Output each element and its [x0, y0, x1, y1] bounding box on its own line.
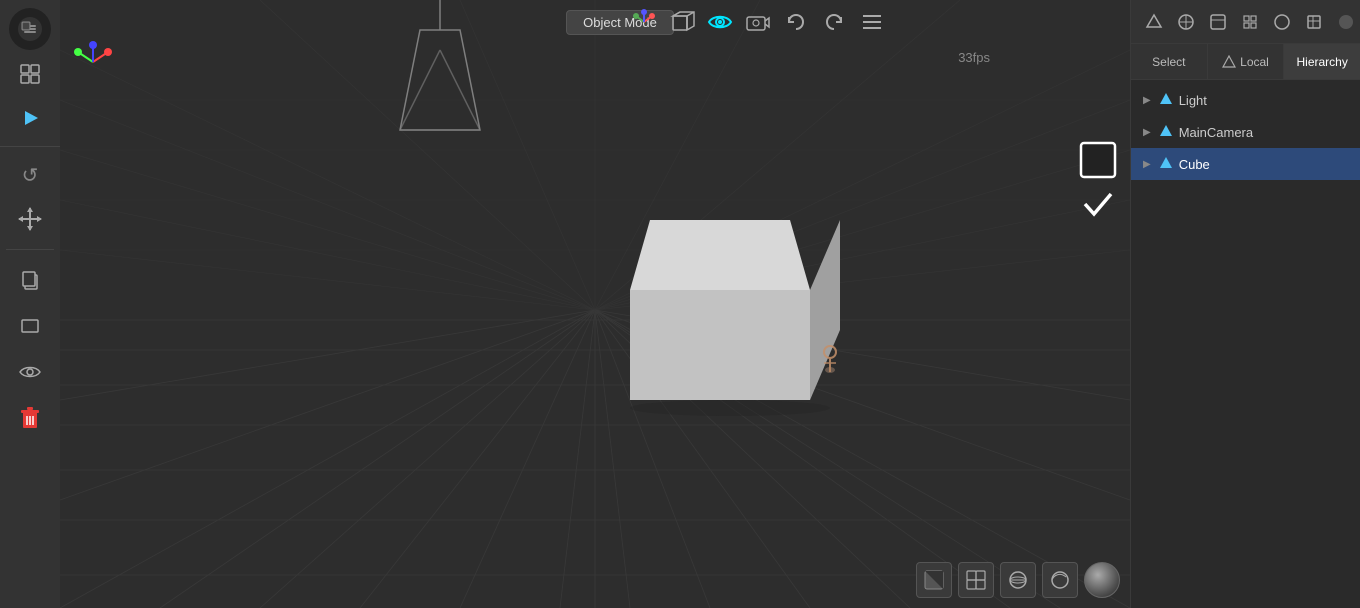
viewport[interactable]: Object Mode [60, 0, 1130, 608]
hierarchy-tab-label: Hierarchy [1297, 55, 1348, 69]
panel-top-icons [1139, 7, 1360, 37]
shading-material-btn[interactable] [1000, 562, 1036, 598]
rect-icon[interactable] [10, 306, 50, 346]
viewport-topbar: Object Mode [60, 0, 1130, 44]
cube-label: Cube [1179, 157, 1210, 172]
cube-arrow: ▶ [1143, 159, 1151, 170]
local-icon [1222, 55, 1236, 69]
left-toolbar: ↺ [0, 0, 60, 608]
camera-type-icon [1159, 124, 1173, 141]
light-label: Light [1179, 93, 1207, 108]
shading-wire-btn[interactable] [958, 562, 994, 598]
fps-counter: 33fps [958, 50, 990, 65]
eye-icon[interactable] [10, 352, 50, 392]
layout-icon[interactable] [10, 54, 50, 94]
scene-canvas [60, 0, 1130, 608]
panel-icon-5[interactable] [1267, 7, 1297, 37]
trash-icon[interactable] [10, 398, 50, 438]
refresh-icon[interactable]: ↺ [12, 157, 48, 193]
select-box-icon[interactable] [1078, 140, 1118, 180]
axis-nav-icon[interactable] [626, 4, 662, 40]
menu-icon[interactable] [854, 4, 890, 40]
hierarchy-item-light[interactable]: ▶ Light [1131, 84, 1360, 116]
panel-icon-2[interactable] [1171, 7, 1201, 37]
shading-solid-btn[interactable] [916, 562, 952, 598]
right-panel-header: Select Local Hierarchy [1131, 44, 1360, 80]
panel-icon-1[interactable] [1139, 7, 1169, 37]
hierarchy-item-maincamera[interactable]: ▶ MainCamera [1131, 116, 1360, 148]
local-tab[interactable]: Local [1208, 44, 1285, 79]
play-icon[interactable] [10, 98, 50, 138]
right-panel: Select Local Hierarchy ▶ [1130, 0, 1360, 608]
separator-1 [6, 249, 54, 250]
render-eye-icon[interactable] [702, 4, 738, 40]
select-tab-label: Select [1152, 55, 1185, 69]
panel-icon-4[interactable] [1235, 7, 1265, 37]
move-transform-icon[interactable] [10, 199, 50, 239]
redo-icon[interactable] [816, 4, 852, 40]
checkmark-icon[interactable] [1078, 184, 1118, 224]
camera-arrow: ▶ [1143, 127, 1151, 138]
panel-icon-6[interactable] [1299, 7, 1329, 37]
toolbar-top-group [0, 8, 60, 147]
hierarchy-tab[interactable]: Hierarchy [1284, 44, 1360, 79]
light-arrow: ▶ [1143, 95, 1151, 106]
top-left-icons [68, 0, 118, 47]
cube-type-icon [1159, 156, 1173, 173]
undo-icon[interactable] [778, 4, 814, 40]
shading-rendered-btn[interactable] [1042, 562, 1078, 598]
right-panel-topbar [1131, 0, 1360, 44]
light-type-icon [1159, 92, 1173, 109]
hierarchy-item-cube[interactable]: ▶ Cube [1131, 148, 1360, 180]
app-container: ↺ [0, 0, 1360, 608]
viewport-nav-icons [626, 4, 890, 40]
viewport-bottom-icons [916, 562, 1120, 598]
maincamera-label: MainCamera [1179, 125, 1253, 140]
camera-nav-icon[interactable] [740, 4, 776, 40]
local-tab-label: Local [1240, 55, 1269, 69]
blender-logo-icon[interactable] [9, 8, 51, 50]
material-preview-sphere[interactable] [1084, 562, 1120, 598]
local-tab-content: Local [1222, 55, 1269, 69]
select-tab[interactable]: Select [1131, 44, 1208, 79]
panel-icon-7[interactable] [1331, 7, 1360, 37]
panel-icon-3[interactable] [1203, 7, 1233, 37]
axis-gizmo[interactable] [68, 37, 118, 87]
hierarchy-list: ▶ Light ▶ MainCamera [1131, 80, 1360, 608]
copy-icon[interactable] [10, 260, 50, 300]
cube-view-icon[interactable] [664, 4, 700, 40]
